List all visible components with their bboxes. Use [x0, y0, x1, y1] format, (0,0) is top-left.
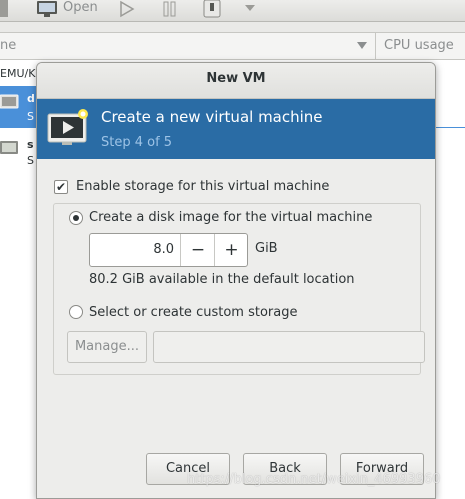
enable-storage-checkbox[interactable]: ✔ — [54, 180, 68, 194]
vm-monitor-icon — [0, 141, 18, 154]
cpu-usage-column-header[interactable]: CPU usage — [384, 38, 454, 53]
name-column-header[interactable]: ne — [0, 38, 16, 53]
pause-icon[interactable] — [161, 0, 177, 18]
custom-storage-label[interactable]: Select or create custom storage — [89, 305, 297, 320]
dialog-titlebar[interactable]: New VM — [37, 63, 435, 99]
toolbar-icon-partial[interactable] — [0, 0, 8, 17]
disk-size-entry[interactable]: 8.0 — [90, 234, 181, 266]
app-toolbar: Open — [0, 0, 465, 22]
selection-edge — [436, 127, 465, 128]
banner-step: Step 4 of 5 — [101, 135, 173, 150]
vm-name: d — [27, 92, 35, 105]
monitor-icon[interactable] — [36, 0, 58, 18]
open-button-label[interactable]: Open — [63, 0, 98, 15]
vm-row[interactable]: s S — [0, 136, 40, 172]
custom-storage-radio[interactable] — [69, 305, 83, 319]
vm-name: s — [27, 138, 34, 151]
power-icon[interactable] — [202, 0, 222, 18]
wizard-banner: Create a new virtual machine Step 4 of 5 — [37, 99, 435, 159]
new-vm-icon — [47, 109, 88, 145]
decrement-button[interactable]: − — [182, 234, 215, 266]
disk-image-radio[interactable] — [69, 211, 83, 225]
vm-status: S — [27, 110, 34, 123]
disk-size-spinbutton[interactable]: 8.0 − + — [89, 233, 248, 267]
enable-storage-label[interactable]: Enable storage for this virtual machine — [76, 179, 329, 194]
watermark: https://blog.csdn.net/weixin_46993960 — [187, 472, 441, 487]
column-divider — [375, 33, 376, 59]
vm-row-selected[interactable]: d S — [0, 86, 40, 128]
sort-chevron-icon[interactable] — [357, 42, 367, 50]
disk-image-label[interactable]: Create a disk image for the virtual mach… — [89, 210, 372, 225]
increment-button[interactable]: + — [215, 234, 248, 266]
connection-group-label[interactable]: EMU/K — [0, 67, 35, 80]
vm-status: S — [27, 154, 34, 167]
manage-button[interactable]: Manage... — [67, 331, 147, 363]
custom-storage-entry[interactable] — [153, 331, 425, 363]
dialog-title: New VM — [206, 71, 266, 86]
vm-monitor-icon — [0, 94, 19, 109]
disk-size-unit: GiB — [255, 241, 278, 256]
chevron-down-icon[interactable] — [244, 4, 256, 12]
new-vm-dialog: New VM Create a new virtual machine Step… — [36, 62, 436, 499]
available-space-text: 80.2 GiB available in the default locati… — [89, 272, 355, 287]
banner-title: Create a new virtual machine — [101, 108, 323, 126]
play-icon[interactable] — [119, 0, 135, 18]
vm-list-header: ne CPU usage — [0, 32, 465, 60]
